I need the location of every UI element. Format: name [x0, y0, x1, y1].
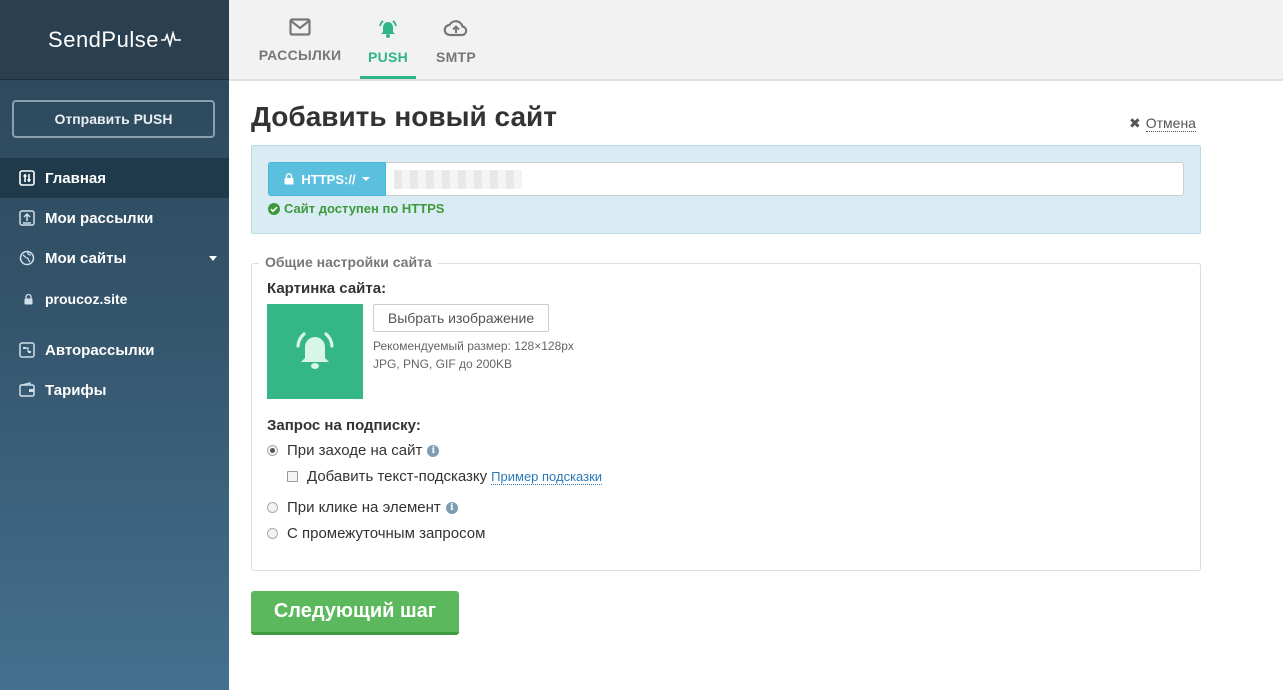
tab-smtp[interactable]: SMTP	[433, 0, 479, 79]
formats-text: JPG, PNG, GIF до 200KB	[373, 357, 513, 371]
radio-button[interactable]	[267, 528, 278, 539]
next-step-button[interactable]: Следующий шаг	[251, 591, 459, 635]
check-circle-icon	[268, 202, 280, 215]
choose-image-button[interactable]: Выбрать изображение	[373, 304, 549, 332]
radio-on-visit[interactable]: При заходе на сайт i	[267, 442, 440, 459]
cancel-label: Отмена	[1145, 115, 1196, 132]
info-icon[interactable]: i	[445, 501, 458, 514]
protocol-label: HTTPS://	[301, 171, 356, 187]
info-icon[interactable]: i	[427, 444, 440, 457]
radio-label: При заходе на сайт	[287, 442, 423, 459]
tab-push[interactable]: PUSH	[360, 0, 416, 79]
page-title: Добавить новый сайт	[251, 101, 557, 132]
lock-icon	[24, 293, 33, 305]
bell-icon	[377, 18, 399, 41]
hint-example-link[interactable]: Пример подсказки	[491, 469, 603, 485]
bell-icon	[291, 326, 339, 377]
lock-icon	[284, 173, 294, 185]
section-title: Общие настройки сайта	[259, 254, 438, 270]
radio-on-click[interactable]: При клике на элемент i	[267, 499, 458, 516]
protocol-dropdown[interactable]: HTTPS://	[268, 162, 386, 196]
sliders-icon	[18, 169, 36, 187]
sidebar-item-sites[interactable]: Мои сайты	[0, 238, 229, 278]
sidebar: SendPulse Отправить PUSH Главная Мои рас…	[0, 0, 229, 690]
sidebar-item-pricing[interactable]: Тарифы	[0, 370, 229, 410]
wallet-icon	[18, 381, 36, 399]
sidebar-nav: Главная Мои рассылки Мои сайты proucoz.s…	[0, 158, 229, 410]
sidebar-item-site-proucoz[interactable]: proucoz.site	[0, 278, 229, 320]
site-url-panel: HTTPS:// Сайт доступен по HTTPS	[251, 145, 1201, 234]
sidebar-item-home[interactable]: Главная	[0, 158, 229, 198]
globe-icon	[18, 249, 36, 267]
subscription-label: Запрос на подписку:	[267, 417, 421, 434]
flow-icon	[18, 341, 36, 359]
tab-label: РАССЫЛКИ	[258, 47, 342, 63]
sidebar-item-automation[interactable]: Авторассылки	[0, 330, 229, 370]
sidebar-item-label: proucoz.site	[45, 291, 128, 307]
logo-text: SendPulse	[48, 26, 159, 52]
radio-intermediate[interactable]: С промежуточным запросом	[267, 525, 485, 542]
sidebar-item-label: Авторассылки	[45, 341, 155, 359]
sidebar-item-campaigns[interactable]: Мои рассылки	[0, 198, 229, 238]
checkbox-label: Добавить текст-подсказку	[307, 468, 488, 485]
tab-label: PUSH	[367, 49, 409, 65]
radio-button[interactable]	[267, 445, 278, 456]
hint-checkbox-row[interactable]: Добавить текст-подсказку Пример подсказк…	[287, 468, 603, 485]
upload-box-icon	[18, 209, 36, 227]
close-icon: ✖	[1129, 115, 1141, 131]
recommended-size-text: Рекомендуемый размер: 128×128px	[373, 339, 574, 353]
send-push-button[interactable]: Отправить PUSH	[12, 100, 215, 138]
sidebar-item-label: Мои рассылки	[45, 209, 154, 227]
tab-campaigns[interactable]: РАССЫЛКИ	[259, 0, 341, 79]
radio-label: При клике на элемент	[287, 499, 441, 516]
redacted-url	[394, 170, 522, 189]
hint-checkbox[interactable]	[287, 471, 298, 482]
sidebar-item-label: Тарифы	[45, 381, 107, 399]
cancel-link[interactable]: ✖ Отмена	[1129, 115, 1196, 132]
tab-label: SMTP	[435, 49, 477, 65]
caret-down-icon	[361, 177, 370, 181]
sidebar-item-label: Мои сайты	[45, 249, 127, 267]
radio-label: С промежуточным запросом	[287, 525, 486, 542]
https-status-text: Сайт доступен по HTTPS	[284, 201, 445, 216]
cloud-upload-icon	[443, 18, 469, 41]
logo[interactable]: SendPulse	[0, 0, 229, 80]
envelope-icon	[289, 18, 311, 39]
radio-button[interactable]	[267, 502, 278, 513]
site-image-label: Картинка сайта:	[267, 280, 387, 297]
pulse-icon	[160, 27, 181, 53]
sidebar-item-label: Главная	[45, 169, 107, 187]
https-status: Сайт доступен по HTTPS	[268, 201, 444, 216]
site-image-preview	[267, 304, 363, 399]
chevron-down-icon	[209, 256, 217, 261]
top-nav: РАССЫЛКИ PUSH SMTP	[229, 0, 1283, 81]
